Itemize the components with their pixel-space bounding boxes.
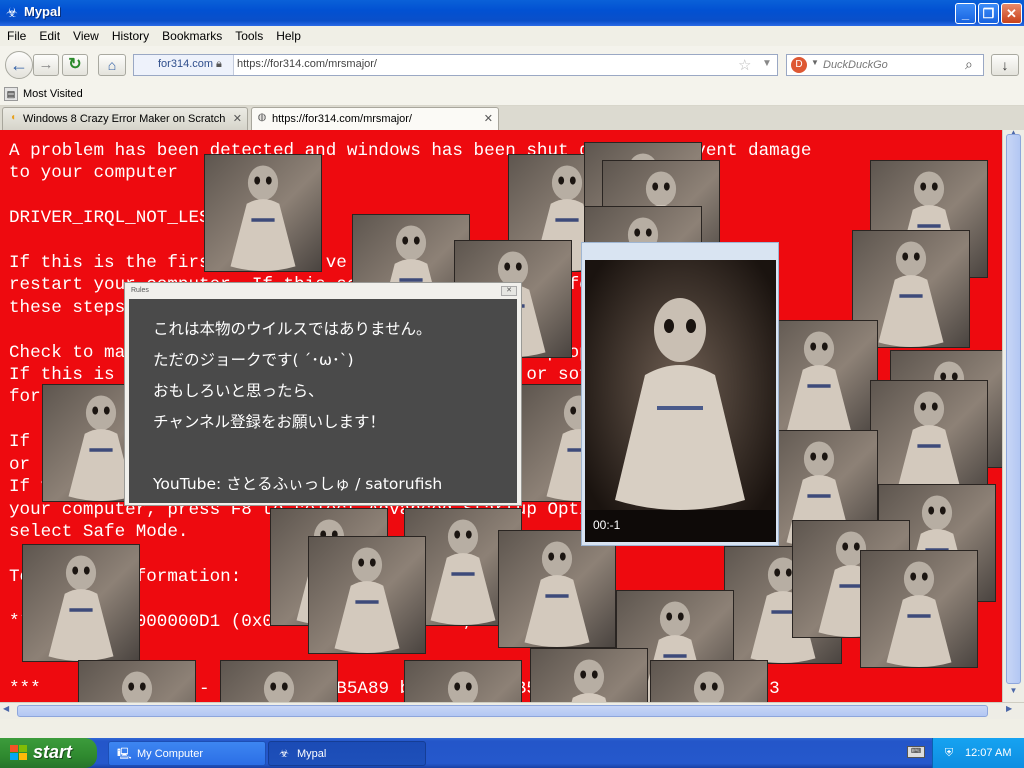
tab-close-icon[interactable]: ✕: [484, 112, 493, 125]
scratch-favicon-icon: ◖: [9, 112, 17, 123]
taskbar: start 🖳︎ My Computer ☣ Mypal ⌨ ⛨ 12:07 A…: [0, 738, 1024, 768]
dialog-line: ただのジョークです( ´･ω･`): [153, 351, 354, 369]
browser-window: ☣ Mypal _ ❐ ✕ File Edit View History Bookmar…: [0, 0, 1024, 738]
maximize-button[interactable]: ❐: [978, 3, 999, 24]
menu-history[interactable]: History: [105, 26, 155, 43]
clock: 12:07 AM: [965, 747, 1012, 759]
video-doll-image: [585, 260, 776, 542]
doll-image: [870, 380, 988, 498]
video-window[interactable]: 00:-1: [581, 242, 779, 546]
dialog-line: これは本物のウイルスではありません。: [153, 320, 432, 338]
menu-view[interactable]: View: [66, 26, 105, 43]
duckduckgo-icon[interactable]: D: [791, 57, 807, 73]
menu-help[interactable]: Help: [269, 26, 307, 43]
title-bar[interactable]: ☣ Mypal _ ❐ ✕: [0, 0, 1024, 26]
video-player[interactable]: 00:-1: [585, 260, 776, 542]
back-arrow-icon: ←: [10, 55, 28, 75]
status-bar: [0, 719, 1024, 738]
doll-image: [650, 660, 768, 702]
engine-dropdown-icon[interactable]: ▼: [811, 58, 819, 67]
navigation-toolbar: ← → ↻ ⌂ for314.com 🔒︎ https://for314.com…: [0, 46, 1024, 84]
reload-icon: ↻: [68, 56, 82, 73]
home-button[interactable]: ⌂: [98, 54, 126, 76]
doll-image: [308, 536, 426, 654]
rules-dialog[interactable]: Rules ✕ これは本物のウイルスではありません。 ただのジョークです( ´･…: [124, 282, 522, 506]
taskbar-item-mypal[interactable]: ☣ Mypal: [268, 741, 426, 766]
dialog-close-button[interactable]: ✕: [501, 286, 517, 296]
menu-tools[interactable]: Tools: [228, 26, 269, 43]
url-dropdown-icon[interactable]: ▼: [762, 58, 772, 69]
dialog-line: おもしろいと思ったら、: [153, 382, 324, 400]
doll-image: [220, 660, 338, 702]
taskbar-item-my-computer[interactable]: 🖳︎ My Computer: [108, 741, 266, 766]
bookmark-most-visited[interactable]: Most Visited: [23, 88, 83, 100]
start-button[interactable]: start: [0, 738, 97, 768]
doll-image: [498, 530, 616, 648]
search-input[interactable]: DuckDuckGo: [823, 59, 888, 71]
bookmark-star-icon[interactable]: ☆: [738, 56, 751, 74]
download-button[interactable]: ↓: [991, 54, 1019, 76]
doll-image: [530, 648, 648, 702]
lock-icon: 🔒︎: [216, 58, 222, 70]
window-title: Mypal: [24, 4, 61, 19]
tab-strip: ◖ Windows 8 Crazy Error Maker on Scratch…: [0, 106, 1024, 234]
taskbar-item-label: My Computer: [137, 748, 204, 760]
reload-button[interactable]: ↻: [62, 54, 88, 76]
doll-image: [860, 550, 978, 668]
taskbar-item-label: Mypal: [297, 748, 327, 760]
doll-image: [22, 544, 140, 662]
search-icon[interactable]: ⌕: [965, 56, 973, 73]
forward-arrow-icon: →: [38, 56, 54, 73]
download-icon: ↓: [1001, 57, 1009, 73]
menu-bar: File Edit View History Bookmarks Tools Help: [0, 26, 1024, 46]
doll-image: [404, 660, 522, 702]
system-tray: ⌨ ⛨ 12:07 AM: [907, 738, 1024, 768]
vertical-scroll-thumb[interactable]: [1006, 134, 1021, 684]
horizontal-scrollbar[interactable]: ◀ ▶: [0, 702, 1024, 719]
minimize-button[interactable]: _: [955, 3, 976, 24]
dialog-title: Rules: [131, 287, 149, 294]
tab-close-icon[interactable]: ✕: [233, 112, 242, 125]
horizontal-scroll-thumb[interactable]: [17, 705, 988, 717]
tray-shield-icon[interactable]: ⛨: [941, 746, 957, 760]
doll-image: [78, 660, 196, 702]
scroll-right-icon[interactable]: ▶: [1006, 704, 1012, 713]
tab-scratch[interactable]: ◖ Windows 8 Crazy Error Maker on Scratch…: [2, 107, 248, 130]
dialog-line: チャンネル登録をお願いします！: [153, 413, 386, 431]
bookmarks-toolbar: ▤ Most Visited: [0, 84, 1024, 106]
start-label: start: [33, 742, 73, 762]
mypal-icon: ☣: [279, 748, 289, 760]
dialog-body: これは本物のウイルスではありません。 ただのジョークです( ´･ω･`) おもし…: [129, 299, 517, 503]
computer-icon: 🖳︎: [117, 748, 132, 760]
windows-flag-icon: [10, 745, 27, 760]
search-bar[interactable]: D ▼ DuckDuckGo ⌕: [786, 54, 984, 76]
back-button[interactable]: ←: [5, 51, 33, 79]
url-text[interactable]: https://for314.com/mrsmajor/: [237, 58, 377, 70]
menu-file[interactable]: File: [0, 26, 32, 43]
folder-icon: ▤: [4, 87, 18, 101]
forward-button[interactable]: →: [33, 54, 59, 76]
dialog-youtube-line: YouTube: さとるふぃっしゅ / satorufish: [153, 475, 443, 493]
menu-bookmarks[interactable]: Bookmarks: [155, 26, 228, 43]
tab-mrsmajor[interactable]: ◍ https://for314.com/mrsmajor/ ✕: [251, 107, 499, 130]
video-time: 00:-1: [593, 518, 621, 532]
scroll-down-icon[interactable]: ▼: [1006, 686, 1021, 700]
scroll-left-icon[interactable]: ◀: [3, 704, 9, 713]
close-button[interactable]: ✕: [1001, 3, 1022, 24]
globe-icon: ◍: [257, 112, 267, 123]
keyboard-icon[interactable]: ⌨: [907, 746, 925, 758]
tab-label: https://for314.com/mrsmajor/: [272, 113, 412, 125]
doll-image: [204, 154, 322, 272]
home-icon: ⌂: [107, 57, 117, 73]
menu-edit[interactable]: Edit: [32, 26, 66, 43]
url-bar[interactable]: for314.com 🔒︎ https://for314.com/mrsmajo…: [133, 54, 778, 76]
tab-label: Windows 8 Crazy Error Maker on Scratch: [23, 113, 226, 125]
mypal-icon: ☣: [6, 5, 18, 20]
vertical-scrollbar[interactable]: ▲ ▼: [1002, 130, 1024, 702]
